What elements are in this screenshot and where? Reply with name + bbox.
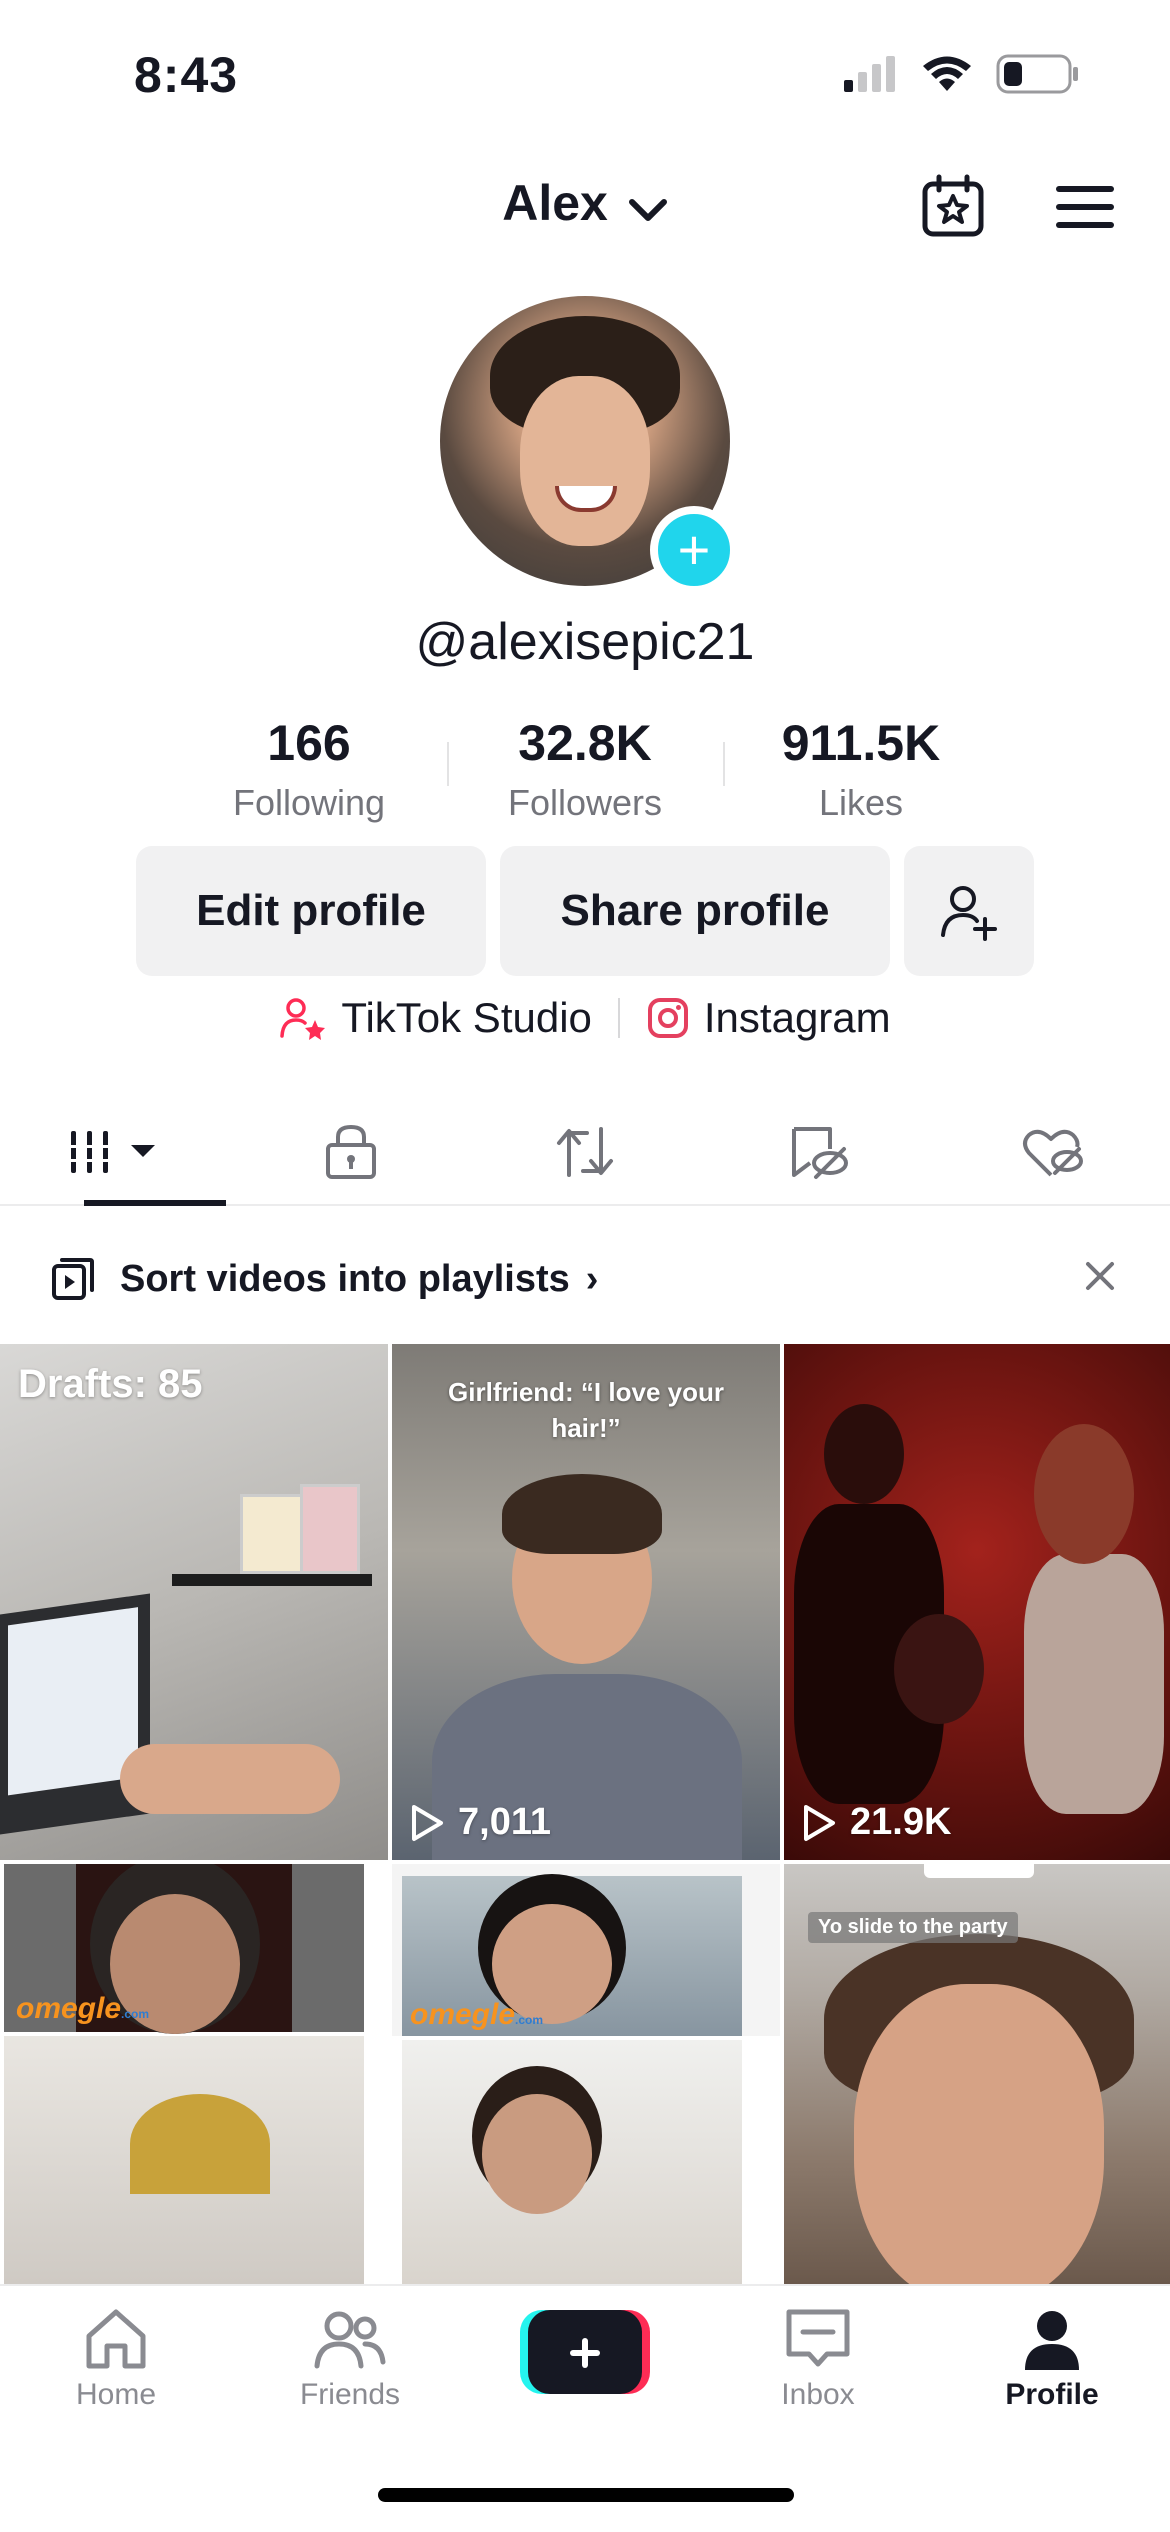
omegle-watermark: omegle.com bbox=[410, 1998, 544, 2031]
stat-value: 32.8K bbox=[518, 715, 652, 771]
nav-profile[interactable]: Profile bbox=[972, 2306, 1132, 2412]
nav-label: Profile bbox=[1005, 2378, 1099, 2411]
nav-label: Home bbox=[75, 2378, 157, 2411]
home-icon bbox=[86, 2309, 146, 2369]
plus-icon bbox=[520, 2310, 650, 2394]
profile-links: TikTok Studio Instagram bbox=[0, 994, 1170, 1042]
nav-label: Friends bbox=[299, 2378, 401, 2411]
battery-icon bbox=[996, 54, 1078, 94]
edit-profile-button[interactable]: Edit profile bbox=[136, 846, 486, 976]
liked-icon bbox=[1023, 1129, 1083, 1177]
video-tile[interactable]: 21.9K bbox=[784, 1344, 1170, 1860]
stat-followers[interactable]: 32.8K Followers bbox=[447, 714, 723, 824]
tab-favorites[interactable] bbox=[702, 1100, 936, 1204]
play-icon bbox=[804, 1804, 835, 1841]
playlist-banner-text: Sort videos into playlists bbox=[120, 1257, 570, 1300]
stat-label: Followers bbox=[507, 782, 663, 823]
view-count-value: 21.9K bbox=[850, 1801, 952, 1843]
add-person-icon bbox=[941, 886, 997, 941]
video-caption: Yo slide to the party bbox=[808, 1912, 1018, 1943]
video-tile[interactable]: Girlfriend: “I love your hair!” 7,011 bbox=[392, 1344, 780, 1860]
inbox-icon bbox=[786, 2309, 850, 2367]
video-tile-drafts[interactable]: Drafts: 85 bbox=[0, 1344, 388, 1860]
instagram-label: Instagram bbox=[703, 994, 891, 1041]
view-count: 7,011 bbox=[410, 1801, 551, 1844]
add-friends-button[interactable] bbox=[904, 846, 1034, 976]
videos-grid-icon bbox=[67, 1131, 155, 1173]
instagram-link[interactable]: Instagram bbox=[646, 994, 891, 1042]
favorites-icon bbox=[792, 1127, 848, 1179]
nav-friends[interactable]: Friends bbox=[270, 2306, 430, 2412]
stat-value: 166 bbox=[267, 715, 351, 771]
stat-following[interactable]: 166 Following bbox=[171, 714, 447, 824]
cellular-signal-icon bbox=[844, 56, 895, 92]
profile-actions: Edit profile Share profile bbox=[136, 846, 1034, 976]
nav-home[interactable]: Home bbox=[36, 2306, 196, 2412]
tab-private[interactable] bbox=[234, 1100, 468, 1204]
share-profile-button[interactable]: Share profile bbox=[500, 846, 890, 976]
account-switcher[interactable]: Alex bbox=[0, 174, 1170, 236]
chevron-right-icon: › bbox=[585, 1257, 599, 1300]
calendar-star-icon[interactable] bbox=[920, 174, 986, 240]
add-story-plus-icon[interactable]: + bbox=[650, 506, 738, 594]
stat-label: Following bbox=[232, 782, 386, 823]
profile-handle: @alexisepic21 bbox=[415, 613, 755, 671]
playlist-banner[interactable]: Sort videos into playlists › bbox=[0, 1234, 1170, 1324]
stat-value: 911.5K bbox=[781, 715, 941, 771]
video-tile[interactable]: omegle.com bbox=[392, 1864, 780, 2284]
video-tile[interactable]: Yo slide to the party bbox=[784, 1864, 1170, 2284]
private-lock-icon bbox=[326, 1124, 376, 1179]
account-name: Alex bbox=[502, 175, 608, 231]
tab-videos[interactable] bbox=[0, 1100, 234, 1206]
chevron-down-icon bbox=[628, 178, 668, 236]
stat-label: Likes bbox=[818, 782, 904, 823]
reposts-icon bbox=[557, 1127, 613, 1177]
tab-liked[interactable] bbox=[936, 1100, 1170, 1204]
status-icons bbox=[842, 54, 1080, 94]
video-grid: Drafts: 85 Girlfriend: “I love your hair… bbox=[0, 1344, 1170, 2284]
content-tabs bbox=[0, 1100, 1170, 1206]
status-bar: 8:43 bbox=[0, 0, 1170, 140]
view-count-value: 7,011 bbox=[458, 1801, 551, 1843]
instagram-icon bbox=[647, 998, 688, 1038]
video-tile[interactable]: omegle.com bbox=[0, 1864, 388, 2284]
close-icon[interactable] bbox=[1080, 1256, 1120, 1296]
nav-inbox[interactable]: Inbox bbox=[738, 2306, 898, 2412]
play-icon bbox=[412, 1804, 443, 1841]
tiktok-studio-label: TikTok Studio bbox=[341, 994, 592, 1041]
create-video-button[interactable] bbox=[520, 2310, 650, 2394]
nav-label: Inbox bbox=[781, 2378, 855, 2411]
tiktok-studio-link[interactable]: TikTok Studio bbox=[279, 994, 592, 1042]
home-indicator bbox=[378, 2488, 794, 2502]
profile-stats: 166 Following 32.8K Followers 911.5K Lik… bbox=[0, 714, 1170, 824]
omegle-watermark: omegle.com bbox=[16, 1992, 150, 2025]
stat-likes[interactable]: 911.5K Likes bbox=[723, 714, 999, 824]
studio-person-star-icon bbox=[280, 998, 326, 1040]
friends-icon bbox=[314, 2311, 386, 2369]
playlist-icon bbox=[52, 1258, 94, 1300]
profile-avatar-container: + bbox=[440, 296, 738, 594]
video-caption: Girlfriend: “I love your hair!” bbox=[448, 1377, 724, 1444]
link-divider bbox=[617, 998, 620, 1038]
status-time: 8:43 bbox=[134, 47, 239, 103]
profile-header: Alex bbox=[0, 160, 1170, 250]
profile-icon bbox=[1025, 2311, 1079, 2370]
drafts-count: Drafts: 85 bbox=[18, 1362, 203, 1406]
tab-reposts[interactable] bbox=[468, 1100, 702, 1204]
wifi-icon bbox=[923, 56, 971, 91]
hamburger-menu-icon[interactable] bbox=[1054, 182, 1116, 232]
view-count: 21.9K bbox=[802, 1801, 951, 1844]
